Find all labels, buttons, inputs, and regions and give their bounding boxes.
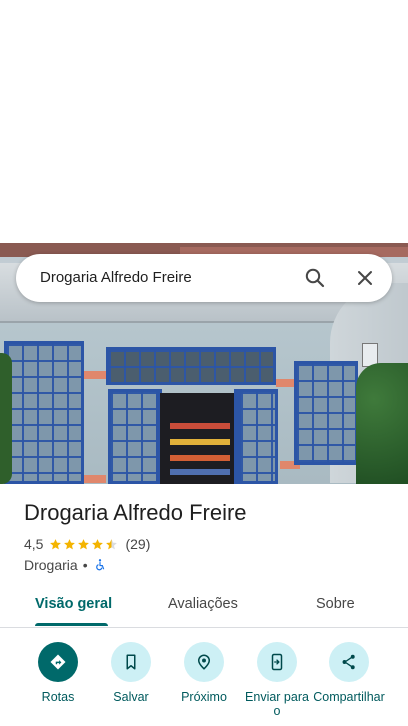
photo-trim: [276, 379, 296, 387]
send-to-phone-icon[interactable]: [257, 642, 297, 682]
photo-window-door-right: [238, 389, 278, 484]
photo-shelf: [170, 469, 230, 475]
search-bar[interactable]: Drogaria Alfredo Freire: [16, 254, 392, 302]
photo-bush: [356, 363, 408, 484]
save-label: Salvar: [113, 690, 149, 704]
directions-button[interactable]: Rotas: [21, 642, 95, 718]
photo-shelf: [170, 455, 230, 461]
star-icon: [106, 538, 118, 549]
share-label: Compartilhar: [313, 690, 385, 704]
photo-trim: [84, 371, 106, 379]
star-icon: [78, 538, 90, 549]
photo-door-frame: [156, 389, 160, 484]
tab-bar: Visão geral Avaliações Sobre: [0, 586, 408, 628]
share-button[interactable]: Compartilhar: [312, 642, 386, 718]
category-row: Drogaria •: [24, 556, 107, 574]
tab-about[interactable]: Sobre: [316, 596, 355, 612]
place-title: Drogaria Alfredo Freire: [24, 500, 247, 525]
rating-row[interactable]: 4,5 (29): [24, 535, 150, 553]
directions-label: Rotas: [41, 690, 75, 704]
tab-overview[interactable]: Visão geral: [35, 596, 112, 612]
photo-bush: [0, 353, 12, 484]
star-icon: [92, 538, 104, 549]
review-count[interactable]: (29): [125, 536, 150, 552]
place-details-screen: Drogaria Alfredo Freire Drogaria Alfredo…: [0, 0, 408, 726]
star-icon: [64, 538, 76, 549]
search-icon[interactable]: [303, 266, 327, 290]
close-icon[interactable]: [353, 266, 377, 290]
rating-value: 4,5: [24, 536, 44, 552]
place-category: Drogaria: [24, 557, 78, 573]
send-to-phone-button[interactable]: Enviar para o: [240, 642, 314, 718]
photo-window-door-left: [108, 389, 162, 484]
nearby-button[interactable]: Próximo: [167, 642, 241, 718]
photo-trim: [84, 475, 106, 483]
nearby-label: Próximo: [181, 690, 227, 704]
save-button[interactable]: Salvar: [94, 642, 168, 718]
photo-door-frame: [234, 389, 238, 484]
star-icon: [50, 538, 62, 549]
nearby-icon[interactable]: [184, 642, 224, 682]
send-to-phone-label: Enviar para o: [245, 690, 309, 718]
directions-icon[interactable]: [38, 642, 78, 682]
photo-window-left: [4, 341, 84, 484]
photo-window-right: [294, 361, 358, 465]
map-area[interactable]: [0, 0, 408, 243]
photo-shelf: [170, 439, 230, 445]
search-query[interactable]: Drogaria Alfredo Freire: [40, 269, 192, 286]
rating-stars: [49, 538, 119, 551]
separator: •: [82, 557, 88, 573]
share-icon[interactable]: [329, 642, 369, 682]
bookmark-icon[interactable]: [111, 642, 151, 682]
tab-indicator: [35, 623, 108, 626]
photo-shelf: [170, 423, 230, 429]
wheelchair-icon: [93, 558, 107, 572]
photo-window-top: [106, 347, 276, 385]
tab-reviews[interactable]: Avaliações: [168, 596, 238, 612]
